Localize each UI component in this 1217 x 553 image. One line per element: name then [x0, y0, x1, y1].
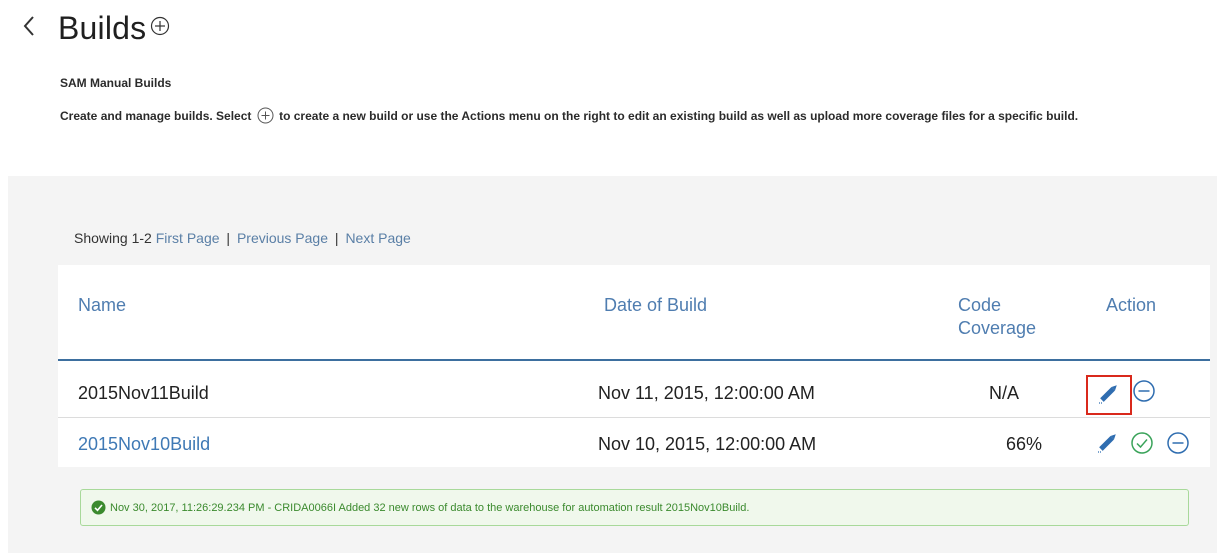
edit-build-button[interactable]: [1086, 375, 1132, 415]
previous-page-link[interactable]: Previous Page: [237, 230, 328, 246]
back-button[interactable]: [14, 8, 44, 48]
page-title: Builds: [58, 9, 147, 46]
row-divider: [58, 417, 1210, 418]
build-date: Nov 11, 2015, 12:00:00 AM: [598, 383, 815, 403]
minus-circle-icon: [1166, 431, 1190, 460]
column-header-coverage-line1[interactable]: Code: [958, 295, 1001, 316]
showing-range: 1-2: [131, 230, 152, 246]
add-build-button[interactable]: [150, 16, 170, 41]
next-page-link[interactable]: Next Page: [345, 230, 410, 246]
first-page-link[interactable]: First Page: [156, 230, 220, 246]
section-title: SAM Manual Builds: [60, 76, 172, 90]
edit-build-button[interactable]: [1092, 429, 1124, 459]
minus-circle-icon: [1132, 379, 1156, 408]
build-date: Nov 10, 2015, 12:00:00 AM: [598, 434, 817, 454]
success-check-icon: [91, 500, 106, 515]
add-circle-icon: [150, 16, 170, 41]
pagination-bar: Showing 1-2 First Page | Previous Page |…: [74, 230, 411, 246]
column-header-date[interactable]: Date of Build: [604, 295, 707, 316]
column-header-coverage-line2[interactable]: Coverage: [958, 318, 1036, 339]
pencil-icon: [1095, 429, 1121, 460]
page-header: Builds: [14, 6, 170, 50]
header-divider: [58, 359, 1210, 361]
description-text-start: Create and manage builds. Select: [60, 109, 252, 123]
chevron-left-icon: [22, 14, 36, 43]
check-circle-icon: [1130, 431, 1154, 460]
showing-label: Showing: [74, 230, 128, 246]
builds-table: Name Date of Build Code Coverage Action …: [58, 265, 1210, 467]
approve-build-button[interactable]: [1128, 431, 1156, 459]
pagination-separator: |: [226, 230, 231, 246]
success-notification: Nov 30, 2017, 11:26:29.234 PM - CRIDA006…: [80, 489, 1189, 526]
build-coverage: 66%: [1006, 434, 1043, 454]
page-description: Create and manage builds. Select to crea…: [60, 106, 1195, 130]
add-circle-icon: [257, 107, 274, 130]
remove-build-button[interactable]: [1130, 379, 1158, 407]
column-header-name[interactable]: Name: [78, 295, 126, 316]
remove-build-button[interactable]: [1164, 431, 1192, 459]
build-name: 2015Nov11Build: [78, 383, 209, 403]
description-text-end: to create a new build or use the Actions…: [279, 109, 1079, 123]
pencil-icon: [1096, 380, 1122, 411]
pagination-separator: |: [334, 230, 339, 246]
build-name-link[interactable]: 2015Nov10Build: [78, 434, 210, 455]
build-coverage: N/A: [989, 383, 1020, 403]
column-header-action: Action: [1106, 295, 1157, 315]
notification-message: Nov 30, 2017, 11:26:29.234 PM - CRIDA006…: [110, 501, 750, 514]
